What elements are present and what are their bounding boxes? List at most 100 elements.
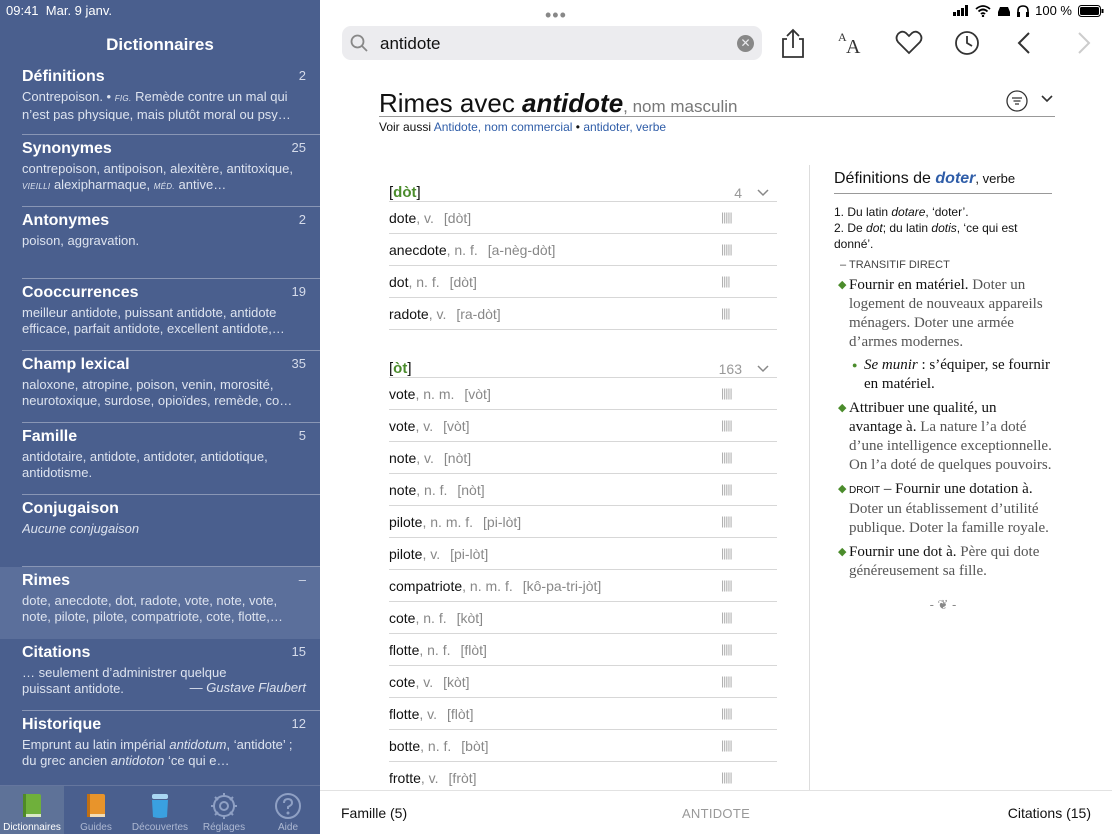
see-also: Voir aussi Antidote, nom commercial • an…	[379, 120, 667, 134]
see-also-link[interactable]: antidoter, verbe	[583, 120, 666, 134]
rhyme-group: [òt] 163 vote, n. m. [vòt] ||||| vote, v.[…	[389, 346, 777, 794]
rhyme-group-header[interactable]: [òt] 163	[389, 346, 777, 378]
see-also-link[interactable]: Antidote, nom commercial	[434, 120, 573, 134]
status-indicators: 100 %	[953, 3, 1104, 18]
definition-panel: Définitions de doter, verbe 1. Du latin …	[834, 165, 1052, 613]
sidebar-item-champ-lexical[interactable]: Champ lexical 35 naloxone, atropine, poi…	[0, 351, 320, 423]
rhyme-row[interactable]: cote, n. f. [kòt] |||||	[389, 602, 777, 634]
sidebar-item-count: 15	[291, 644, 306, 659]
sidebar-item-preview: dote, anecdote, dot, radote, vote, note,…	[22, 593, 283, 624]
syllable-bars: |||||	[721, 578, 733, 592]
wifi-icon	[975, 4, 991, 17]
search-icon	[350, 34, 368, 52]
sidebar-item-definitions[interactable]: Définitions 2 Contrepoison. • FIG. Remèd…	[0, 63, 320, 135]
sidebar-item-famille[interactable]: Famille 5 antidotaire, antidote, antidot…	[0, 423, 320, 495]
favorite-heart-icon[interactable]	[894, 27, 924, 59]
clear-search-icon[interactable]: ✕	[737, 35, 754, 52]
rhyme-row[interactable]: radote, v. [ra-dòt] ||||	[389, 298, 777, 330]
rhyme-row[interactable]: dote, v. [dòt] |||||	[389, 202, 777, 234]
sidebar-item-label: Famille	[22, 428, 78, 445]
book-green-icon	[23, 794, 41, 817]
sidebar-item-count: 5	[298, 428, 306, 443]
definition-subsense: ● Se munir : s’équiper, se fournir en mat…	[852, 357, 1051, 392]
sidebar-item-antonymes[interactable]: Antonymes 2 poison, aggravation.	[0, 207, 320, 279]
rhyme-row[interactable]: vote, v. [vòt] |||||	[389, 410, 777, 442]
sidebar-item-count: 12	[291, 716, 306, 731]
chevron-down-icon[interactable]	[1040, 92, 1054, 106]
grammar-label: – TRANSITIF DIRECT	[840, 259, 950, 271]
chevron-down-icon[interactable]	[757, 363, 769, 375]
sidebar: 09:41 Mar. 9 janv. Dictionnaires Définit…	[0, 0, 320, 834]
syllable-bars: ||||	[721, 306, 731, 320]
rhyme-row[interactable]: flotte, n. f. [flòt] |||||	[389, 634, 777, 666]
tab-aide[interactable]: Aide	[256, 786, 320, 834]
syllable-bars: |||||	[721, 770, 733, 784]
tab-dictionnaires[interactable]: Dictionnaires	[0, 786, 64, 834]
sidebar-item-preview: Emprunt au latin impérial antidotum, ‘an…	[22, 737, 293, 768]
syllable-bars: |||||	[721, 738, 733, 752]
rhyme-row[interactable]: vote, n. m. [vòt] |||||	[389, 378, 777, 410]
tab-reglages[interactable]: Réglages	[192, 786, 256, 834]
next-section-link[interactable]: Citations (15)	[1008, 805, 1091, 821]
filter-icon[interactable]	[1006, 90, 1028, 112]
rhyme-group: [dòt] 4 dote, v. [dòt] ||||| anecdote, n. …	[389, 170, 777, 330]
etymology: 1. Du latin dotare, ‘doter’. 2. De dot; …	[834, 205, 1018, 251]
rhyme-group-header[interactable]: [dòt] 4	[389, 170, 777, 202]
search-input[interactable]: antidote	[380, 34, 441, 54]
sidebar-item-citations[interactable]: Citations 15 … seulement d’administrer q…	[0, 639, 320, 711]
tab-guides[interactable]: Guides	[64, 786, 128, 834]
definition-word-link[interactable]: doter	[935, 170, 975, 187]
help-icon	[275, 793, 301, 819]
rhyme-row[interactable]: compatriote, n. m. f. [kô-pa-tri-jòt] ||||…	[389, 570, 777, 602]
rhyme-row[interactable]: botte, n. f. [bòt] |||||	[389, 730, 777, 762]
sidebar-item-rimes[interactable]: Rimes – dote, anecdote, dot, radote, vot…	[0, 567, 320, 639]
sidebar-item-count: 25	[291, 140, 306, 155]
sidebar-item-preview: naloxone, atropine, poison, venin, moros…	[22, 377, 293, 408]
definition-title: Définitions de doter, verbe	[834, 170, 1052, 194]
battery-icon	[1078, 4, 1104, 17]
fleuron-ornament: - ❦ -	[929, 597, 957, 612]
sidebar-item-conjugaison[interactable]: Conjugaison Aucune conjugaison	[0, 495, 320, 567]
definition-sense: ◆ Fournir en matériel. Doter un logement …	[838, 277, 1043, 350]
page-title: Rimes avec antidote, nom masculin	[379, 88, 738, 118]
rhyme-row[interactable]: cote, v. [kòt] |||||	[389, 666, 777, 698]
rhyme-row[interactable]: note, n. f. [nòt] |||||	[389, 474, 777, 506]
sidebar-item-cooccurrences[interactable]: Cooccurrences 19 meilleur antidote, puis…	[0, 279, 320, 351]
chevron-down-icon[interactable]	[757, 187, 769, 199]
share-icon[interactable]	[778, 27, 808, 59]
history-clock-icon[interactable]	[952, 27, 982, 59]
sidebar-item-count: 2	[298, 68, 306, 83]
syllable-bars: |||||	[721, 482, 733, 496]
rhyme-group-name: [dòt]	[389, 184, 421, 201]
rhyme-row[interactable]: pilote, n. m. f. [pi-lòt] |||||	[389, 506, 777, 538]
rhyme-group-name: [òt]	[389, 360, 412, 377]
sidebar-item-synonymes[interactable]: Synonymes 25 contrepoison, antipoison, a…	[0, 135, 320, 207]
status-time-date: 09:41 Mar. 9 janv.	[6, 3, 113, 18]
search-field[interactable]: antidote ✕	[342, 26, 762, 60]
syllable-bars: |||||	[721, 514, 733, 528]
multitasking-dots-icon[interactable]: •••	[545, 5, 567, 26]
sidebar-item-historique[interactable]: Historique 12 Emprunt au latin impérial …	[0, 711, 320, 783]
sidebar-title: Dictionnaires	[106, 35, 214, 54]
sidebar-item-label: Cooccurrences	[22, 284, 139, 301]
rhyme-row[interactable]: pilote, v. [pi-lòt] |||||	[389, 538, 777, 570]
sidebar-item-preview: antidotaire, antidote, antidoter, antido…	[22, 449, 268, 480]
syllable-bars: |||||	[721, 546, 733, 560]
sidebar-item-preview: Aucune conjugaison	[22, 521, 140, 536]
definition-sense: ◆ Fournir une dot à. Père qui dote génére…	[838, 544, 1040, 579]
rhyme-group-count: 4	[734, 185, 742, 201]
sidebar-item-label: Historique	[22, 716, 102, 733]
rhyme-row[interactable]: flotte, v. [flòt] |||||	[389, 698, 777, 730]
forward-chevron-icon[interactable]	[1068, 27, 1098, 59]
tab-decouvertes[interactable]: Découvertes	[128, 786, 192, 834]
rhyme-row[interactable]: anecdote, n. f. [a-nèg-dòt] |||||	[389, 234, 777, 266]
syllable-bars: |||||	[721, 674, 733, 688]
sidebar-item-label: Rimes	[22, 572, 71, 589]
definition-sense: ◆ DROIT – Fournir une dotation à. Doter u…	[838, 481, 1049, 536]
text-size-icon[interactable]: AA	[836, 27, 866, 59]
sidebar-item-preview: contrepoison, antipoison, alexitère, ant…	[22, 161, 294, 192]
back-chevron-icon[interactable]	[1010, 27, 1040, 59]
jar-icon	[152, 794, 168, 818]
rhyme-row[interactable]: dot, n. f. [dòt] ||||	[389, 266, 777, 298]
rhyme-row[interactable]: note, v. [nòt] |||||	[389, 442, 777, 474]
